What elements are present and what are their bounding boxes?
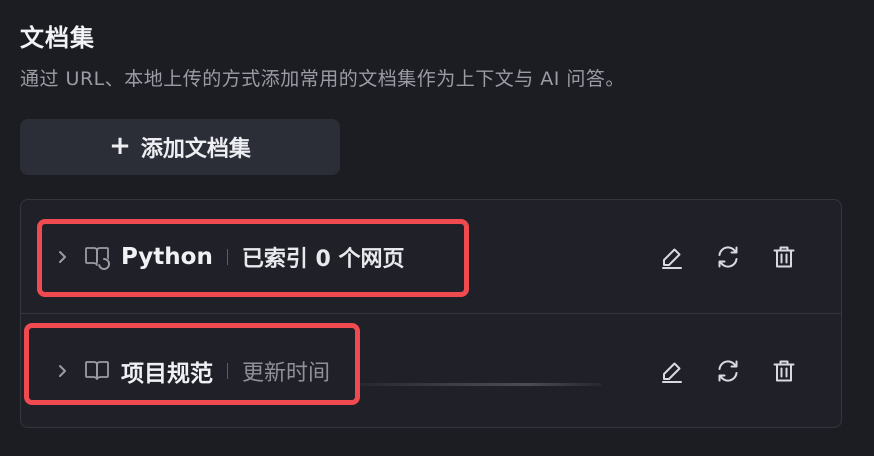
section-description: 通过 URL、本地上传的方式添加常用的文档集作为上下文与 AI 问答。	[20, 68, 625, 90]
add-docset-button-label: 添加文档集	[140, 137, 251, 162]
refresh-icon[interactable]	[713, 356, 743, 386]
section-title: 文档集	[20, 24, 95, 52]
trash-icon[interactable]	[769, 242, 799, 272]
chevron-right-icon[interactable]	[51, 360, 73, 382]
docset-name: 项目规范	[121, 361, 213, 387]
docset-row-python: Python 已索引 0 个网页	[21, 200, 841, 314]
docset-meta: 更新时间	[242, 361, 331, 386]
add-docset-button[interactable]: + 添加文档集	[20, 119, 340, 175]
divider	[227, 363, 228, 379]
docsets-settings-page: 文档集 通过 URL、本地上传的方式添加常用的文档集作为上下文与 AI 问答。 …	[0, 0, 874, 456]
book-icon	[83, 242, 113, 272]
docset-row-project-spec: 项目规范 更新时间	[21, 314, 841, 427]
refresh-icon[interactable]	[713, 242, 743, 272]
pencil-icon[interactable]	[657, 242, 687, 272]
docset-meta: 已索引 0 个网页	[241, 247, 405, 272]
trash-icon[interactable]	[769, 356, 799, 386]
plus-icon: +	[109, 131, 131, 161]
book-icon	[83, 356, 113, 386]
docset-list: Python 已索引 0 个网页 项目规范 更新时间	[20, 199, 842, 428]
pencil-icon[interactable]	[657, 356, 687, 386]
docset-name: Python	[121, 244, 213, 270]
divider	[226, 249, 228, 265]
chevron-right-icon[interactable]	[51, 246, 73, 268]
loading-skeleton-bar	[356, 383, 602, 386]
